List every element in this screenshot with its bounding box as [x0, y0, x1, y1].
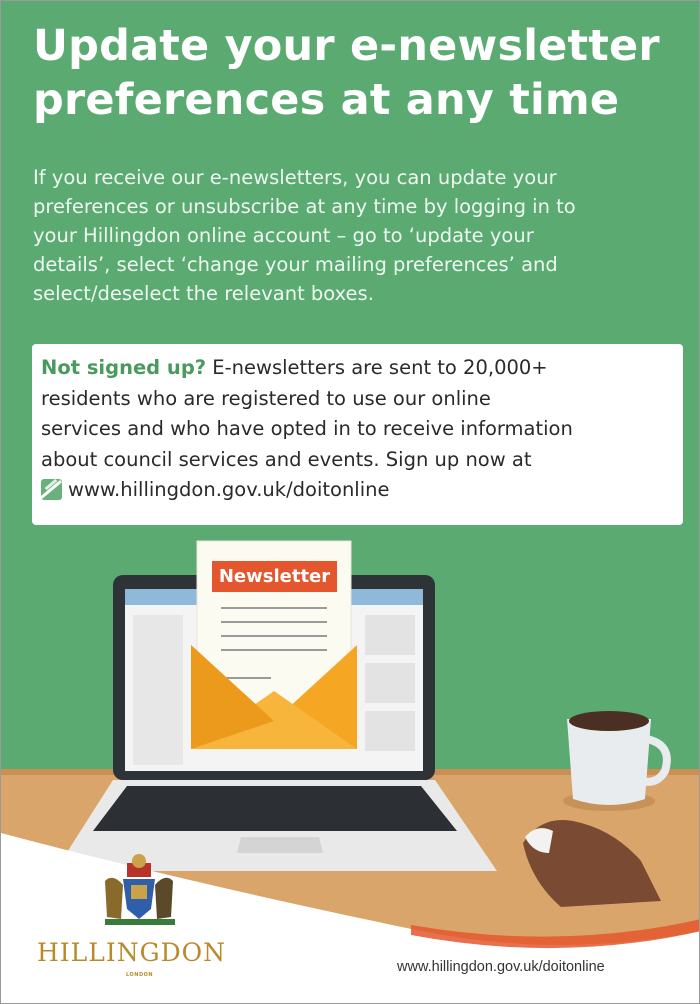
coffee-mug [567, 719, 651, 805]
screen-block-1 [365, 615, 415, 655]
letter-line-3 [221, 635, 327, 637]
letter-line-2 [221, 621, 327, 623]
hillingdon-logo-text: HILLINGDON [37, 938, 227, 967]
letter-line-5 [221, 677, 271, 679]
footer-url[interactable]: www.hillingdon.gov.uk/doitonline [397, 959, 605, 975]
hillingdon-logo-sub: LONDON [126, 972, 154, 978]
screen-block-2 [365, 663, 415, 703]
laptop-keyboard [93, 786, 457, 831]
newsletter-label: Newsletter [212, 561, 337, 592]
screen-sidebar [133, 615, 183, 765]
letter-line-1 [221, 607, 327, 609]
newsletter-poster: Update your e-newsletter preferences at … [0, 0, 700, 1004]
coffee [569, 711, 649, 731]
letter-line-4 [221, 649, 327, 651]
laptop-trackpad [237, 837, 323, 853]
screen-block-3 [365, 711, 415, 751]
laptop-illustration [1, 540, 699, 1003]
